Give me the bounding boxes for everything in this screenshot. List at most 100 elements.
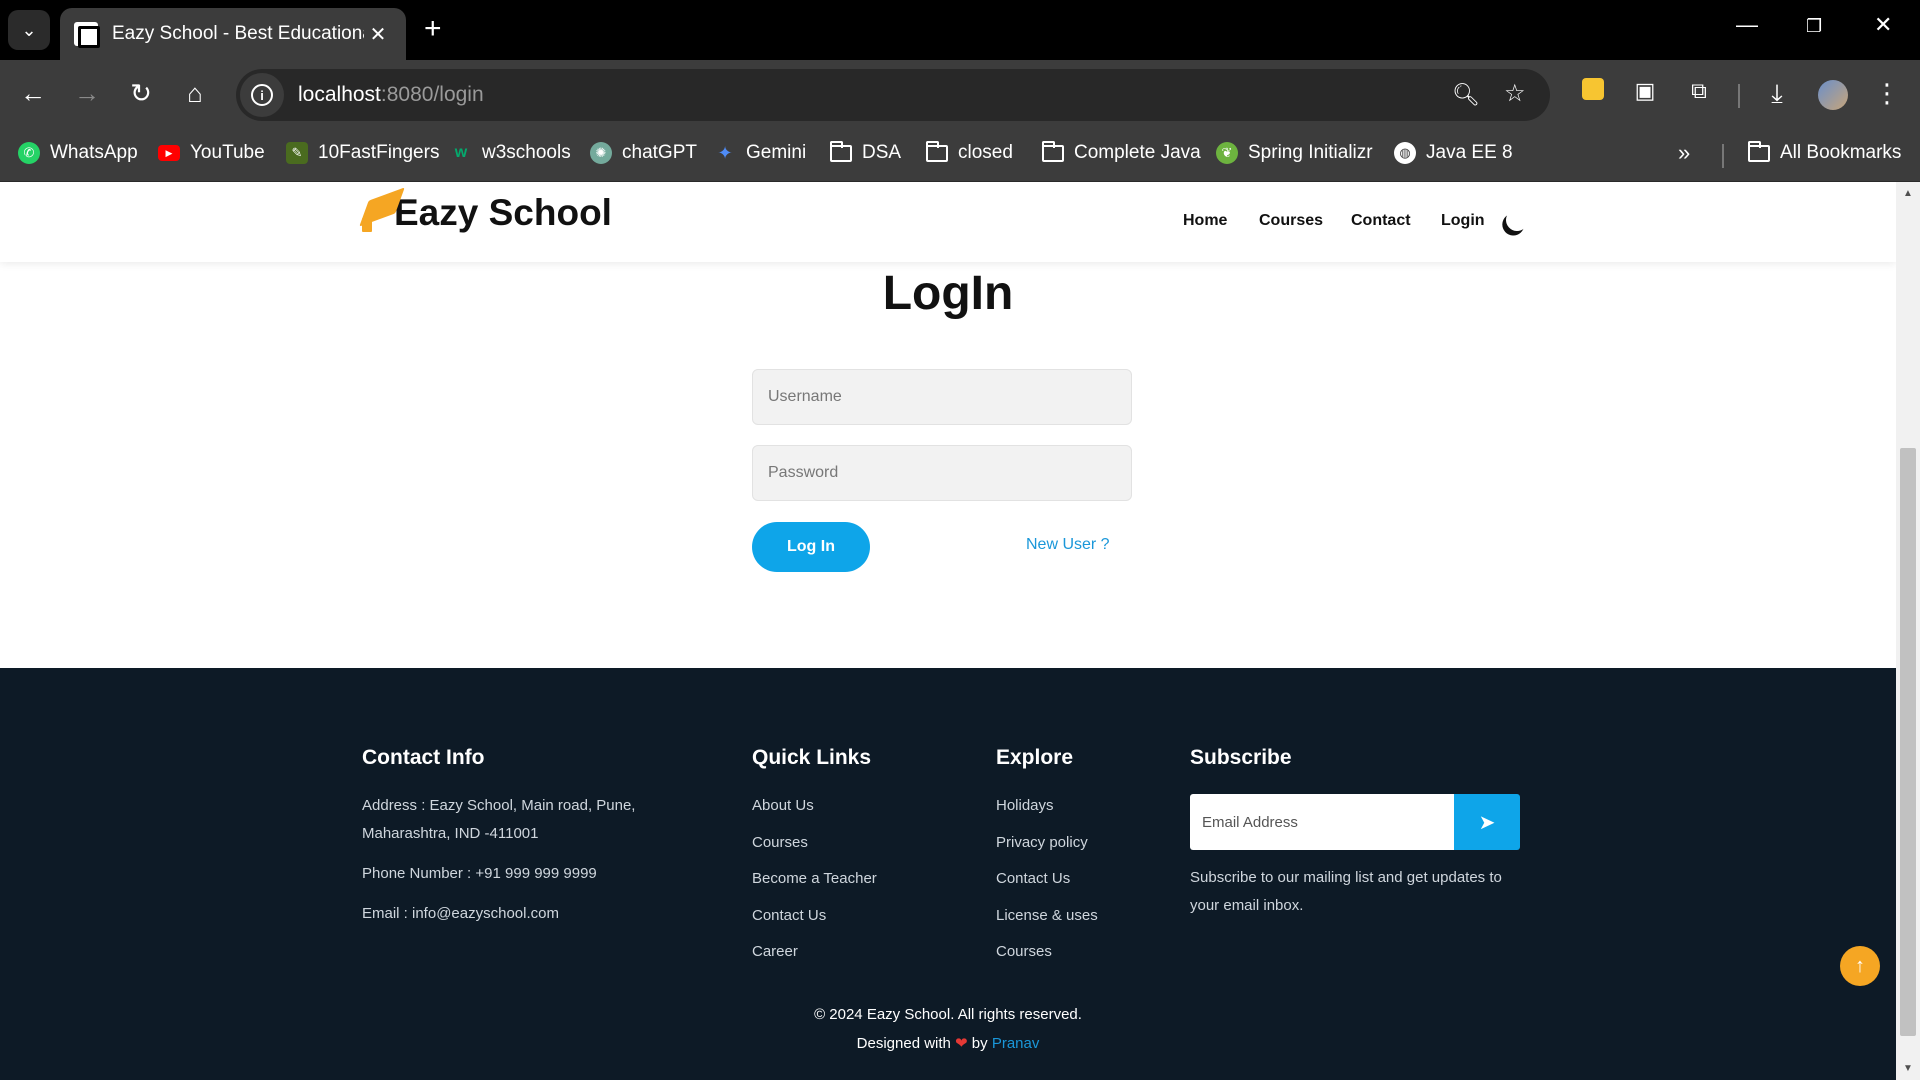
info-icon: i xyxy=(251,84,273,106)
subscribe-email-input[interactable] xyxy=(1190,794,1454,850)
quick-link-career[interactable]: Career xyxy=(752,943,798,960)
bookmark-youtube[interactable]: ▶ YouTube xyxy=(158,142,265,164)
all-bookmarks-label: All Bookmarks xyxy=(1780,142,1902,163)
page-viewport: Eazy School Home Courses Contact Login L… xyxy=(0,182,1896,1080)
subscribe-send-button[interactable]: ➤ xyxy=(1454,794,1520,850)
password-field[interactable] xyxy=(752,445,1132,501)
page-title: LogIn xyxy=(882,267,1014,320)
dark-mode-moon-icon[interactable] xyxy=(1503,206,1531,234)
bookmark-star-icon[interactable]: ☆ xyxy=(1504,79,1526,108)
bookmark-folder-dsa[interactable]: DSA xyxy=(830,140,902,164)
bookmark-whatsapp[interactable]: ✆ WhatsApp xyxy=(18,142,138,164)
arrow-up-icon: ↑ xyxy=(1855,954,1865,977)
url-text[interactable]: localhost:8080/login xyxy=(298,83,484,107)
scroll-up-arrow-icon[interactable]: ▲ xyxy=(1903,188,1913,199)
nav-login[interactable]: Login xyxy=(1441,212,1485,230)
tab-title: Eazy School - Best Educational Institute xyxy=(112,23,364,44)
bookmark-w3schools[interactable]: w w3schools xyxy=(450,142,571,164)
folder-icon xyxy=(1748,140,1770,162)
keep-extension-icon[interactable] xyxy=(1582,78,1604,100)
bookmark-label: chatGPT xyxy=(622,142,697,163)
folder-icon xyxy=(830,140,852,162)
close-window-icon[interactable]: ✕ xyxy=(1874,12,1892,38)
bookmark-gemini[interactable]: ✦ Gemini xyxy=(714,142,806,164)
w3schools-icon: w xyxy=(454,144,468,161)
designed-with-text: Designed with xyxy=(856,1035,951,1052)
explore-link-contact[interactable]: Contact Us xyxy=(996,870,1070,887)
bookmark-chatgpt[interactable]: ✺ chatGPT xyxy=(590,142,697,164)
username-field[interactable] xyxy=(752,369,1132,425)
reload-icon[interactable]: ↻ xyxy=(124,78,158,109)
quick-links-heading: Quick Links xyxy=(752,746,872,769)
bookmark-java-ee[interactable]: ◍ Java EE 8 xyxy=(1394,142,1513,164)
site-header: Eazy School Home Courses Contact Login xyxy=(0,182,1896,262)
more-bookmarks-chevron-icon[interactable]: » xyxy=(1678,140,1690,166)
forward-arrow-icon[interactable]: → xyxy=(70,78,104,109)
bookmark-label: YouTube xyxy=(190,142,265,163)
menu-kebab-icon[interactable]: ⋮ xyxy=(1870,78,1904,109)
new-user-link[interactable]: New User ? xyxy=(1026,536,1110,554)
page-scrollbar[interactable]: ▲ ▼ xyxy=(1896,182,1920,1080)
author-link[interactable]: Pranav xyxy=(992,1035,1040,1052)
contact-address: Address : Eazy School, Main road, Pune, … xyxy=(362,792,635,848)
bookmark-folder-closed[interactable]: closed xyxy=(926,140,1013,164)
browser-tab-strip: ⌄ Eazy School - Best Educational Institu… xyxy=(0,0,1920,60)
browser-tab-active[interactable]: Eazy School - Best Educational Institute… xyxy=(60,8,406,60)
site-info-button[interactable]: i xyxy=(240,73,284,117)
bookmark-label: w3schools xyxy=(482,142,571,163)
back-arrow-icon[interactable]: ← xyxy=(16,78,50,109)
gemini-icon: ✦ xyxy=(717,142,733,163)
scroll-down-arrow-icon[interactable]: ▼ xyxy=(1903,1063,1913,1074)
url-path: :8080/login xyxy=(380,83,484,106)
bookmark-spring-initializr[interactable]: ❦ Spring Initializr xyxy=(1216,142,1373,164)
address-line-2: Maharashtra, IND -411001 xyxy=(362,825,539,842)
address-bar[interactable]: i localhost:8080/login 🔍︎ ☆ xyxy=(236,69,1550,121)
folder-icon xyxy=(926,140,948,162)
minimize-window-icon[interactable]: — xyxy=(1736,12,1758,38)
explore-link-courses[interactable]: Courses xyxy=(996,943,1052,960)
bookmark-folder-complete-java[interactable]: Complete Java xyxy=(1042,140,1201,164)
restore-window-icon[interactable]: ❐ xyxy=(1806,16,1822,37)
browser-toolbar: ← → ↻ ⌂ i localhost:8080/login 🔍︎ ☆ ▣ ⧉ … xyxy=(0,60,1920,130)
contact-email: Email : info@eazyschool.com xyxy=(362,905,559,922)
youtube-icon: ▶ xyxy=(158,145,180,161)
all-bookmarks-button[interactable]: All Bookmarks xyxy=(1748,140,1902,164)
new-tab-button[interactable]: + xyxy=(424,14,442,44)
bookmarks-divider xyxy=(1722,144,1724,168)
site-logo[interactable]: Eazy School xyxy=(359,187,612,236)
designed-by-text: by xyxy=(971,1035,988,1052)
bookmark-label: DSA xyxy=(862,142,902,163)
nav-contact[interactable]: Contact xyxy=(1351,212,1411,230)
scroll-to-top-button[interactable]: ↑ xyxy=(1840,946,1880,986)
home-icon[interactable]: ⌂ xyxy=(178,78,212,109)
quick-link-become-teacher[interactable]: Become a Teacher xyxy=(752,870,877,887)
download-icon[interactable]: ⤓ xyxy=(1760,78,1794,110)
heart-icon: ❤ xyxy=(955,1035,968,1052)
bookmark-label: Java EE 8 xyxy=(1426,142,1513,163)
zoom-icon[interactable]: 🔍︎ xyxy=(1452,82,1480,108)
profile-avatar[interactable] xyxy=(1818,80,1848,110)
explore-link-holidays[interactable]: Holidays xyxy=(996,797,1054,814)
bookmark-label: Complete Java xyxy=(1074,142,1201,163)
chatgpt-icon: ✺ xyxy=(590,142,612,164)
login-button[interactable]: Log In xyxy=(752,522,870,572)
bookmark-10fastfingers[interactable]: ✎ 10FastFingers xyxy=(286,142,439,164)
10fastfingers-icon: ✎ xyxy=(286,142,308,164)
scrollbar-thumb[interactable] xyxy=(1900,448,1916,1036)
tab-search-button[interactable]: ⌄ xyxy=(8,10,50,50)
quick-link-contact-us[interactable]: Contact Us xyxy=(752,907,826,924)
explore-link-privacy[interactable]: Privacy policy xyxy=(996,834,1088,851)
close-tab-icon[interactable]: ✕ xyxy=(364,22,392,47)
site-favicon-icon xyxy=(74,22,100,48)
quick-link-courses[interactable]: Courses xyxy=(752,834,808,851)
extensions-icon[interactable]: ⧉ xyxy=(1682,78,1716,104)
nav-home[interactable]: Home xyxy=(1183,212,1227,230)
nav-courses[interactable]: Courses xyxy=(1259,212,1323,230)
explore-link-license[interactable]: License & uses xyxy=(996,907,1098,924)
quick-link-about-us[interactable]: About Us xyxy=(752,797,814,814)
address-line-1: Address : Eazy School, Main road, Pune, xyxy=(362,797,636,814)
spring-icon: ❦ xyxy=(1216,142,1238,164)
bookmark-label: 10FastFingers xyxy=(318,142,440,163)
bookmark-label: closed xyxy=(958,142,1013,163)
tab-media-icon[interactable]: ▣ xyxy=(1628,78,1662,104)
